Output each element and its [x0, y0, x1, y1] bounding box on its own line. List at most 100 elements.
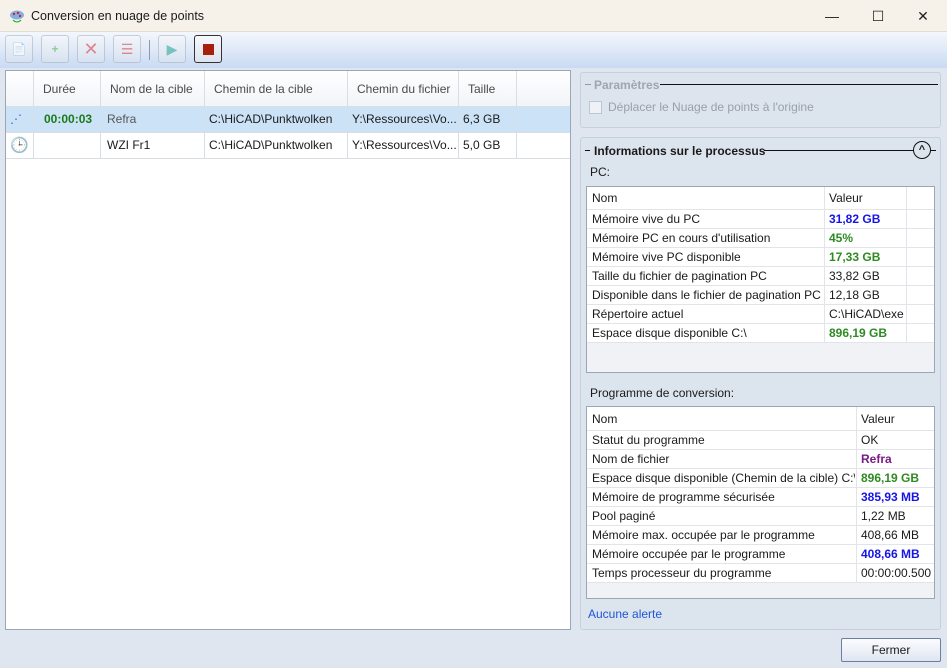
info-row: Nom de fichier Refra: [587, 450, 934, 469]
info-value-text: 12,18 GB: [829, 288, 880, 302]
column-header-size[interactable]: Taille: [459, 71, 517, 107]
add-folder-button[interactable]: +: [41, 35, 69, 63]
info-value-text: 31,82 GB: [829, 212, 881, 226]
info-name: Mémoire occupée par le programme: [592, 547, 786, 561]
column-header-target-name[interactable]: Nom de la cible: [101, 71, 205, 107]
minimize-button[interactable]: —: [809, 0, 855, 32]
jobs-table-header: Durée Nom de la cible Chemin de la cible…: [6, 71, 570, 107]
info-value: 408,66 MB: [856, 526, 934, 545]
pc-info-table: Nom Valeur Mémoire vive du PC 31,82 GB Mém…: [586, 186, 935, 373]
info-name: Mémoire vive du PC: [592, 212, 701, 226]
close-window-button[interactable]: ✕: [900, 0, 946, 32]
close-button[interactable]: Fermer: [841, 638, 941, 662]
info-name: Répertoire actuel: [592, 307, 684, 321]
delete-all-button[interactable]: ☰: [113, 35, 141, 63]
maximize-button[interactable]: ☐: [855, 0, 901, 32]
info-value-text: C:\HiCAD\exe: [829, 307, 904, 321]
toolbar: 📄 + ✕ ☰ ▶: [0, 32, 947, 68]
column-header-value[interactable]: Valeur: [856, 407, 934, 431]
window-title: Conversion en nuage de points: [31, 9, 205, 23]
add-folder-icon: +: [51, 42, 59, 56]
jobs-table: Durée Nom de la cible Chemin de la cible…: [5, 70, 571, 630]
move-origin-label: Déplacer le Nuage de points à l'origine: [608, 100, 814, 114]
toolbar-separator: [149, 40, 150, 60]
column-header-name[interactable]: Nom: [592, 407, 617, 431]
column-header-target-path[interactable]: Chemin de la cible: [205, 71, 348, 107]
info-name: Nom de fichier: [592, 452, 670, 466]
delete-button[interactable]: ✕: [77, 35, 105, 63]
table-row[interactable]: 🕒 WZI Fr1 C:\HiCAD\Punktwolken Y:\Ressou…: [6, 133, 570, 159]
pc-table-header: Nom Valeur: [587, 187, 934, 210]
column-header-duration[interactable]: Durée: [34, 71, 101, 107]
info-value: 17,33 GB: [824, 248, 906, 267]
info-value-text: 385,93 MB: [861, 490, 920, 504]
info-row: Espace disque disponible C:\ 896,19 GB: [587, 324, 934, 343]
info-name: Espace disque disponible C:\: [592, 326, 747, 340]
info-value: 408,66 MB: [856, 545, 934, 564]
info-value: 12,18 GB: [824, 286, 906, 305]
info-row: Espace disque disponible (Chemin de la c…: [587, 469, 934, 488]
info-value: C:\HiCAD\exe: [824, 305, 906, 324]
column-header-name[interactable]: Nom: [592, 187, 617, 210]
info-value: Refra: [856, 450, 934, 469]
info-row: Taille du fichier de pagination PC 33,82 …: [587, 267, 934, 286]
stop-button[interactable]: [194, 35, 222, 63]
info-name: Mémoire PC en cours d'utilisation: [592, 231, 771, 245]
process-info-group: Informations sur le processus ^ PC: Nom …: [580, 137, 941, 630]
info-row: Disponible dans le fichier de pagination…: [587, 286, 934, 305]
start-button[interactable]: ▶: [158, 35, 186, 63]
add-file-icon: 📄: [11, 42, 27, 56]
move-origin-checkbox[interactable]: [589, 101, 602, 114]
column-header-status[interactable]: [6, 71, 34, 107]
collapse-chevron-up-icon[interactable]: ^: [913, 141, 931, 159]
target-name-cell: Refra: [101, 107, 205, 132]
delete-all-icon: ☰: [120, 40, 134, 57]
info-value-text: 408,66 MB: [861, 528, 920, 542]
info-row: Mémoire de programme sécurisée 385,93 MB: [587, 488, 934, 507]
info-value: 1,22 MB: [856, 507, 934, 526]
info-value: 45%: [824, 229, 906, 248]
info-value: 896,19 GB: [856, 469, 934, 488]
info-name: Temps processeur du programme: [592, 566, 772, 580]
info-row: Mémoire PC en cours d'utilisation 45%: [587, 229, 934, 248]
table-row[interactable]: ⋰ 00:00:03 Refra C:\HiCAD\Punktwolken Y:…: [6, 107, 570, 133]
column-header-file-path[interactable]: Chemin du fichier: [348, 71, 459, 107]
info-value: 385,93 MB: [856, 488, 934, 507]
process-info-title: Informations sur le processus: [594, 144, 766, 158]
info-row: Mémoire occupée par le programme 408,66 M…: [587, 545, 934, 564]
column-header-value[interactable]: Valeur: [824, 187, 906, 210]
duration-cell: 00:00:03: [34, 107, 101, 132]
info-name: Disponible dans le fichier de pagination…: [592, 288, 821, 302]
target-path-cell: C:\HiCAD\Punktwolken: [205, 133, 348, 158]
info-value-text: 896,19 GB: [861, 471, 920, 485]
file-path-cell: Y:\Ressources\Vo...: [348, 133, 459, 158]
title-bar: Conversion en nuage de points — ☐ ✕: [0, 0, 947, 32]
clock-icon: 🕒: [6, 133, 34, 158]
info-value-text: 1,22 MB: [861, 509, 906, 523]
stop-icon: [202, 43, 214, 55]
info-row: Pool paginé 1,22 MB: [587, 507, 934, 526]
info-row: Mémoire max. occupée par le programme 408…: [587, 526, 934, 545]
alerts-link[interactable]: Aucune alerte: [588, 607, 662, 621]
parameters-group: Paramètres Déplacer le Nuage de points à…: [580, 72, 941, 128]
size-cell: 6,3 GB: [459, 107, 517, 132]
info-value: OK: [856, 431, 934, 450]
info-value-text: OK: [861, 433, 879, 447]
info-row: Mémoire vive PC disponible 17,33 GB: [587, 248, 934, 267]
info-name: Espace disque disponible (Chemin de la c…: [592, 471, 855, 485]
parameters-title: Paramètres: [594, 78, 660, 92]
info-row: Mémoire vive du PC 31,82 GB: [587, 210, 934, 229]
info-value-text: 896,19 GB: [829, 326, 888, 340]
info-name: Mémoire vive PC disponible: [592, 250, 741, 264]
delete-icon: ✕: [83, 38, 99, 59]
info-name: Taille du fichier de pagination PC: [592, 269, 767, 283]
info-value: 31,82 GB: [824, 210, 906, 229]
info-row: Statut du programme OK: [587, 431, 934, 450]
program-info-table: Nom Valeur Statut du programme OK Nom de f…: [586, 406, 935, 599]
pc-label: PC:: [590, 165, 611, 179]
info-value-text: 408,66 MB: [861, 547, 920, 561]
target-path-cell: C:\HiCAD\Punktwolken: [205, 107, 348, 132]
info-value-text: 33,82 GB: [829, 269, 880, 283]
add-file-button[interactable]: 📄: [5, 35, 33, 63]
info-value-text: Refra: [861, 452, 892, 466]
